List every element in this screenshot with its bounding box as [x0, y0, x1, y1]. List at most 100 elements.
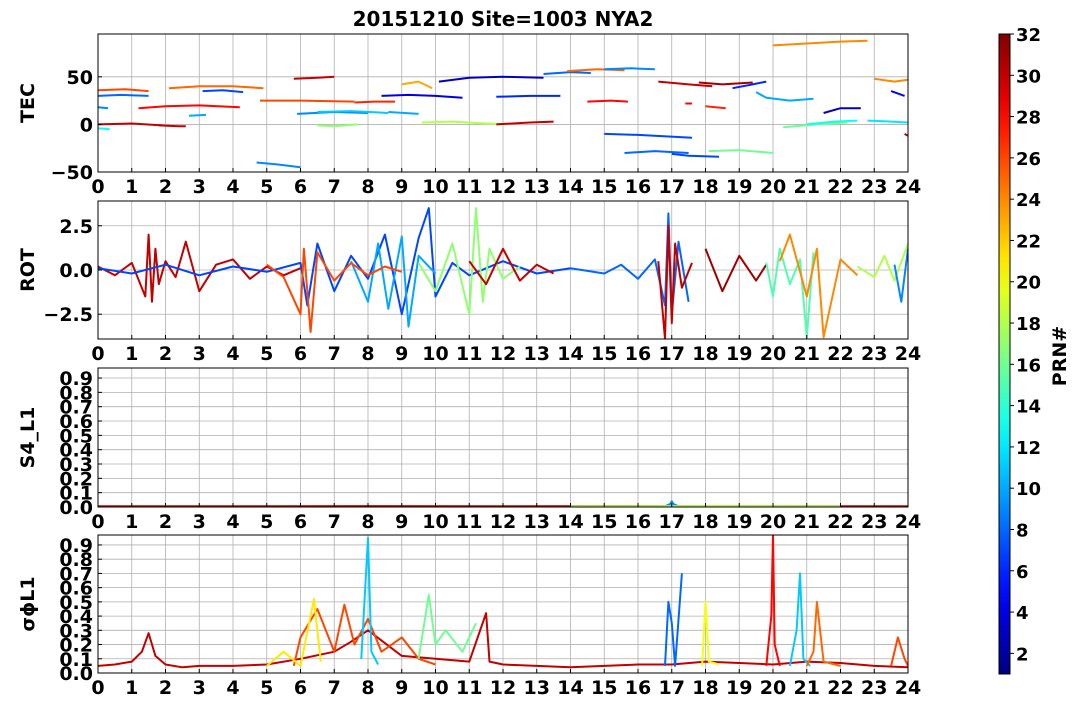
colorbar-tick-label: 22: [1016, 231, 1041, 252]
x-tick-label: 1: [125, 176, 138, 198]
x-tick-label: 22: [827, 343, 853, 365]
x-tick-label: 15: [591, 511, 617, 533]
x-tick-label: 13: [524, 343, 550, 365]
x-tick-label: 24: [895, 176, 921, 198]
colorbar-tick-label: 10: [1016, 479, 1041, 500]
series-line-prn-27: [354, 100, 395, 104]
y-axis-label: TEC: [17, 83, 39, 123]
x-tick-label: 16: [625, 176, 651, 198]
series-line-prn-7: [671, 152, 720, 158]
colorbar-tick-label: 32: [1016, 25, 1041, 46]
colorbar-tick-label: 24: [1016, 190, 1041, 211]
x-tick-label: 20: [760, 343, 786, 365]
x-tick-label: 7: [328, 176, 341, 198]
series-line-prn-27: [705, 105, 726, 110]
series-line-prn-10: [388, 111, 419, 115]
colorbar-tick-label: 18: [1016, 314, 1041, 335]
x-tick-label: 7: [328, 677, 341, 699]
x-tick-label: 1: [125, 343, 138, 365]
x-tick-label: 0: [91, 511, 104, 533]
colorbar-gradient: [998, 33, 1011, 675]
series-line-prn-30: [496, 120, 554, 126]
colorbar-label: PRN#: [1049, 326, 1071, 386]
y-axis-label: σϕL1: [17, 576, 39, 631]
x-tick-label: 12: [490, 677, 516, 699]
series-line-prn-30: [98, 122, 163, 127]
x-tick-label: 14: [557, 511, 583, 533]
series-line-prn-26: [260, 99, 355, 103]
x-tick-label: 1: [125, 677, 138, 699]
x-tick-label: 11: [456, 677, 482, 699]
x-tick-label: 6: [294, 511, 307, 533]
x-tick-label: 10: [422, 511, 448, 533]
x-tick-label: 8: [361, 677, 374, 699]
x-tick-label: 9: [395, 677, 408, 699]
series-line-prn-31: [698, 81, 753, 86]
panel-rot: 0 1 2 3 4 5 6 7 8 9 10 11 12 13 14 15 16 17 18 19 20 21 22 23 24…: [17, 200, 921, 365]
x-tick-label: 0: [91, 176, 104, 198]
series-line-prn-13: [98, 127, 110, 131]
series-line-prn-25: [805, 600, 841, 667]
series-line-prn-10: [755, 91, 814, 102]
grid: [97, 368, 909, 508]
series-line-prn-4: [381, 93, 463, 99]
colorbar-tick-label: 12: [1016, 438, 1041, 459]
x-tick-label: 11: [456, 343, 482, 365]
series-line-prn-3: [823, 107, 861, 114]
series-line-prn-30: [904, 133, 908, 137]
y-tick-label: 0: [80, 114, 93, 136]
x-tick-label: 4: [226, 176, 239, 198]
x-tick-label: 5: [260, 176, 273, 198]
colorbar-tick-label: 28: [1016, 108, 1041, 129]
x-tick-label: 13: [524, 511, 550, 533]
y-tick-label: 50: [67, 67, 93, 89]
x-tick-label: 12: [490, 176, 516, 198]
x-tick-label: 6: [294, 343, 307, 365]
x-tick-label: 19: [726, 176, 752, 198]
x-tick-label: 15: [591, 677, 617, 699]
colorbar-tick-label: 14: [1016, 397, 1041, 418]
x-tick-label: 5: [260, 677, 273, 699]
x-tick-label: 2: [159, 343, 172, 365]
series-line-prn-23: [401, 80, 433, 90]
colorbar-tick-label: 30: [1016, 66, 1041, 87]
series-line-prn-9: [893, 248, 908, 303]
series-line-prn-26: [890, 636, 908, 667]
series-line-prn-3: [438, 75, 544, 83]
x-tick-label: 4: [226, 677, 239, 699]
series-line-prn-26: [98, 88, 149, 93]
colorbar-tick-label: 4: [1016, 603, 1029, 624]
series-line-prn-24: [778, 233, 859, 339]
x-tick-label: 14: [557, 677, 583, 699]
x-tick-label: 2: [159, 677, 172, 699]
x-tick-label: 24: [895, 677, 921, 699]
x-tick-label: 13: [524, 176, 550, 198]
x-tick-label: 20: [760, 677, 786, 699]
x-tick-label: 21: [794, 677, 820, 699]
x-tick-label: 11: [456, 511, 482, 533]
series-line-prn-7: [202, 89, 244, 94]
x-tick-label: 3: [193, 343, 206, 365]
colorbar-tick-label: 16: [1016, 355, 1041, 376]
x-tick-label: 21: [794, 176, 820, 198]
x-tick-label: 19: [726, 677, 752, 699]
x-tick-label: 21: [794, 511, 820, 533]
series-line-prn-9: [98, 106, 109, 110]
x-tick-label: 1: [125, 511, 138, 533]
x-tick-label: 22: [827, 176, 853, 198]
series-line-prn-18: [856, 243, 908, 282]
x-tick-label: 3: [193, 677, 206, 699]
series-line-prn-30: [468, 247, 555, 286]
x-tick-label: 3: [193, 176, 206, 198]
x-tick-label: 21: [794, 343, 820, 365]
x-tick-label: 12: [490, 343, 516, 365]
x-tick-label: 8: [361, 343, 374, 365]
series-line-prn-30: [158, 124, 186, 128]
grid: [97, 535, 909, 674]
series-line-prn-8: [98, 93, 149, 97]
x-tick-label: 2: [159, 176, 172, 198]
x-tick-label: 15: [591, 343, 617, 365]
panels: 0 1 2 3 4 5 6 7 8 9 10 11 12 13 14 15 16 17 18 19 20 21 22 23 24…: [17, 33, 921, 699]
x-tick-label: 12: [490, 511, 516, 533]
x-tick-label: 15: [591, 176, 617, 198]
